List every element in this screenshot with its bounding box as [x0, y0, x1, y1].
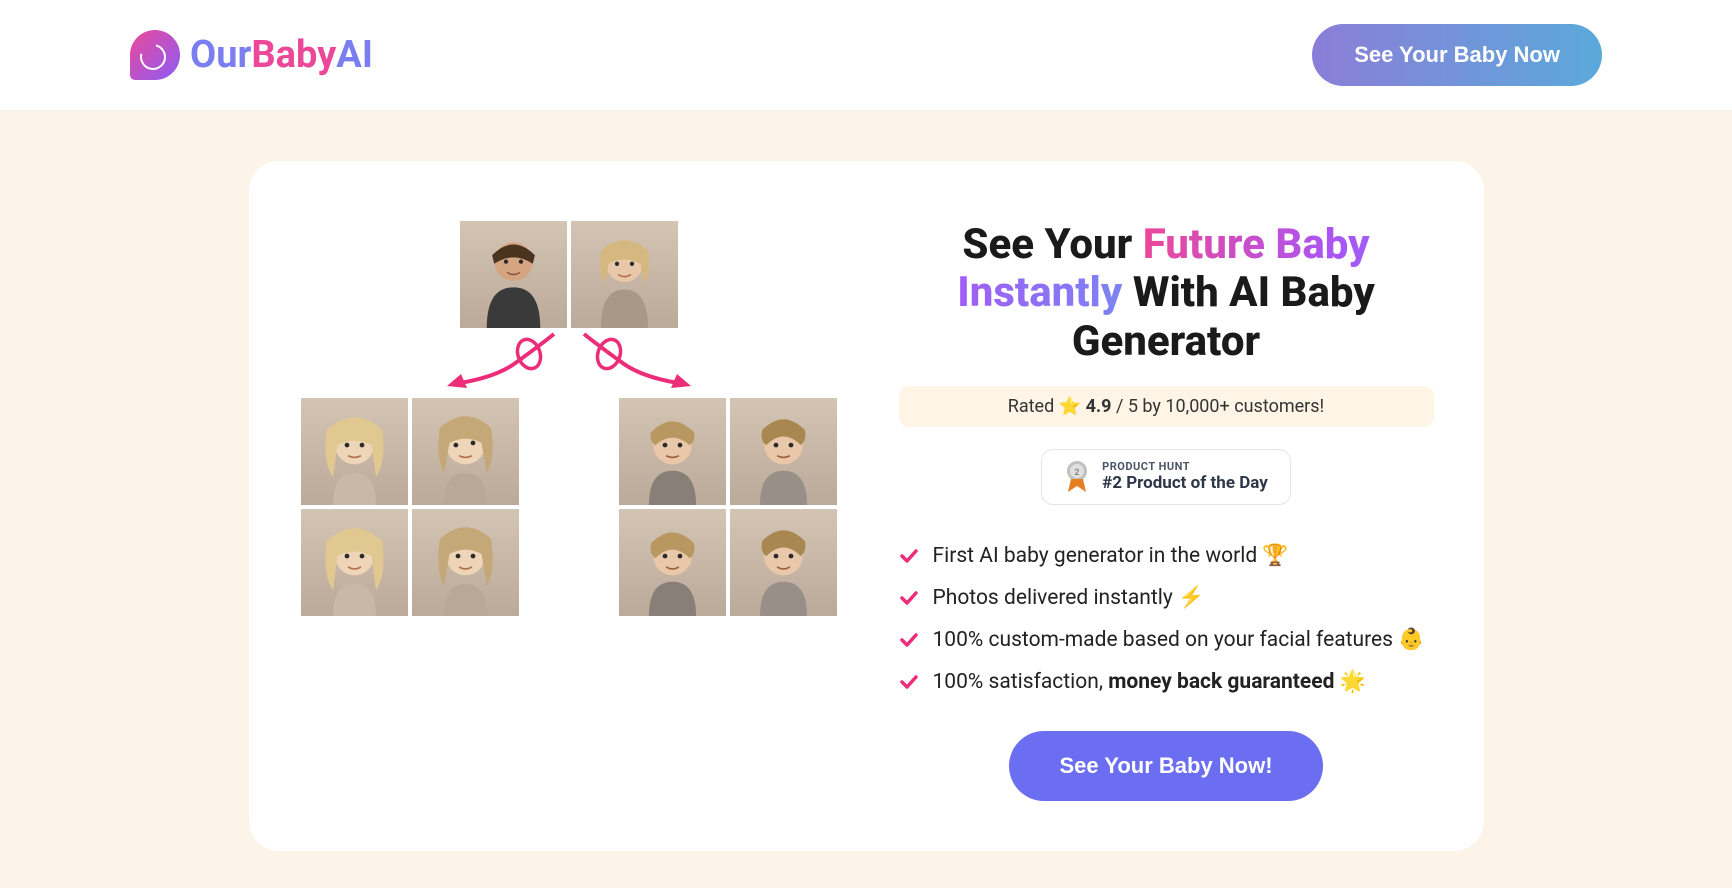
rating-bar: Rated ⭐ 4.9 / 5 by 10,000+ customers! [899, 386, 1434, 427]
star-icon: ⭐ [1059, 396, 1081, 417]
feature-item-1: First AI baby generator in the world 🏆 [899, 535, 1434, 577]
header-cta-button[interactable]: See Your Baby Now [1312, 24, 1602, 86]
child-photo-girl-3 [301, 509, 408, 616]
parent-photo-2 [571, 221, 678, 328]
arrows-icon [399, 326, 739, 398]
logo-part-ai: AI [336, 33, 373, 77]
svg-text:2: 2 [1075, 468, 1080, 478]
parent-photo-1 [460, 221, 567, 328]
features-list: First AI baby generator in the world 🏆 P… [899, 535, 1434, 703]
feature-text: 100% custom-made based on your facial fe… [933, 628, 1425, 652]
feature-item-4: 100% satisfaction, money back guaranteed… [899, 661, 1434, 703]
badge-text: PRODUCT HUNT #2 Product of the Day [1102, 460, 1268, 493]
logo[interactable]: OurBabyAI [130, 30, 373, 80]
parents-row [460, 221, 678, 328]
site-header: OurBabyAI See Your Baby Now [0, 0, 1732, 111]
check-icon [899, 672, 919, 692]
hero-headline: See Your Future Baby Instantly With AI B… [899, 221, 1434, 366]
boys-block [619, 398, 837, 616]
logo-icon [130, 30, 180, 80]
hero-card: See Your Future Baby Instantly With AI B… [249, 161, 1484, 851]
medal-icon: 2 [1064, 460, 1090, 494]
sample-images-panel [299, 221, 839, 801]
girls-block [301, 398, 519, 616]
child-photo-boy-1 [619, 398, 726, 505]
child-photo-boy-4 [730, 509, 837, 616]
page-background: See Your Future Baby Instantly With AI B… [0, 111, 1732, 888]
badge-label: PRODUCT HUNT [1102, 460, 1268, 473]
feature-text: 100% satisfaction, money back guaranteed… [933, 670, 1366, 694]
children-row [301, 398, 837, 616]
check-icon [899, 546, 919, 566]
hero-cta-button[interactable]: See Your Baby Now! [1009, 731, 1322, 801]
feature-item-2: Photos delivered instantly ⚡ [899, 577, 1434, 619]
badge-title: #2 Product of the Day [1102, 473, 1268, 493]
check-icon [899, 630, 919, 650]
feature-item-3: 100% custom-made based on your facial fe… [899, 619, 1434, 661]
product-hunt-badge[interactable]: 2 PRODUCT HUNT #2 Product of the Day [1041, 449, 1291, 505]
hero-content: See Your Future Baby Instantly With AI B… [899, 221, 1434, 801]
child-photo-girl-2 [412, 398, 519, 505]
feature-text: First AI baby generator in the world 🏆 [933, 544, 1289, 568]
headline-part1: See Your [962, 220, 1142, 269]
child-photo-girl-4 [412, 509, 519, 616]
child-photo-boy-3 [619, 509, 726, 616]
logo-part-our: Our [190, 33, 251, 77]
rating-score: 4.9 [1086, 396, 1112, 417]
logo-text: OurBabyAI [190, 33, 373, 77]
logo-part-baby: Baby [251, 33, 336, 77]
child-photo-boy-2 [730, 398, 837, 505]
check-icon [899, 588, 919, 608]
arrows-row [399, 338, 739, 398]
rating-suffix: / 5 by 10,000+ customers! [1111, 396, 1324, 417]
child-photo-girl-1 [301, 398, 408, 505]
rating-prefix: Rated [1008, 396, 1059, 417]
feature-text: Photos delivered instantly ⚡ [933, 586, 1205, 610]
